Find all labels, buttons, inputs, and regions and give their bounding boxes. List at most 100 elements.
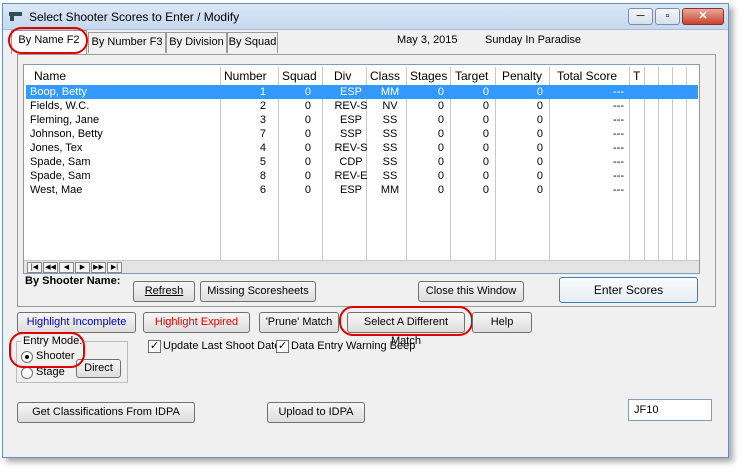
tab-by-division[interactable]: By Division	[166, 32, 227, 53]
table-row[interactable]: Fleming, Jane 3 0 ESP SS 0 0 0 ---	[26, 113, 698, 127]
cell-target: 0	[482, 114, 489, 126]
tab-by-squad[interactable]: By Squad	[227, 32, 278, 53]
col-header-stages[interactable]: Stages	[410, 68, 447, 84]
last-record-button[interactable]: ▶|	[107, 262, 122, 273]
table-row[interactable]: Boop, Betty 1 0 ESP MM 0 0 0 ---	[26, 85, 698, 99]
table-row[interactable]: Spade, Sam 8 0 REV-E SS 0 0 0 ---	[26, 169, 698, 183]
cell-div: SSP	[339, 128, 362, 140]
by-shooter-label: By Shooter Name:	[25, 275, 121, 287]
annotation-oval	[8, 27, 88, 54]
cell-total-score: ---	[613, 142, 624, 154]
cell-target: 0	[482, 184, 489, 196]
cell-name: Fields, W.C.	[30, 100, 90, 112]
upload-to-idpa-button[interactable]: Upload to IDPA	[267, 402, 365, 423]
match-date: May 3, 2015	[397, 34, 458, 46]
cell-target: 0	[482, 86, 489, 98]
cell-number: 3	[259, 114, 266, 126]
cell-class: SS	[382, 170, 398, 182]
table-row[interactable]: Fields, W.C. 2 0 REV-S NV 0 0 0 ---	[26, 99, 698, 113]
cell-number: 2	[259, 100, 266, 112]
cell-class: MM	[380, 184, 400, 196]
shooter-grid[interactable]: Name Number Squad Div Class Stages Targe…	[23, 64, 700, 274]
cell-target: 0	[482, 142, 489, 154]
annotation-oval	[339, 306, 473, 336]
next-record-button[interactable]: ▶	[75, 262, 90, 273]
prune-match-button[interactable]: 'Prune' Match	[259, 312, 339, 333]
table-row[interactable]: Spade, Sam 5 0 CDP SS 0 0 0 ---	[26, 155, 698, 169]
cell-name: Fleming, Jane	[30, 114, 100, 126]
missing-scoresheets-button[interactable]: Missing Scoresheets	[200, 281, 316, 302]
cell-squad: 0	[304, 156, 311, 168]
stage-radio[interactable]	[21, 367, 33, 379]
cell-total-score: ---	[613, 100, 624, 112]
cell-total-score: ---	[613, 114, 624, 126]
get-classifications-button[interactable]: Get Classifications From IDPA	[17, 402, 195, 423]
cell-number: 8	[259, 170, 266, 182]
cell-stages: 0	[437, 184, 444, 196]
cell-stages: 0	[437, 142, 444, 154]
data-entry-warning-beep-checkbox[interactable]: ✓	[276, 340, 289, 353]
annotation-oval	[9, 332, 85, 368]
cell-class: SS	[382, 128, 398, 140]
cell-name: Jones, Tex	[30, 142, 83, 154]
cell-div: ESP	[339, 114, 362, 126]
tab-by-number[interactable]: By Number F3	[88, 32, 166, 53]
cell-class: SS	[382, 114, 398, 126]
minimize-button[interactable]: ─	[628, 8, 653, 25]
title-bar[interactable]: Select Shooter Scores to Enter / Modify …	[3, 4, 728, 30]
record-navigator: |◀ ◀◀ ◀ ▶ ▶▶ ▶|	[24, 260, 699, 273]
cell-number: 6	[259, 184, 266, 196]
cell-stages: 0	[437, 170, 444, 182]
code-field[interactable]: JF10	[628, 399, 712, 421]
cell-stages: 0	[437, 156, 444, 168]
cell-penalty: 0	[536, 100, 543, 112]
cell-stages: 0	[437, 114, 444, 126]
col-header-div[interactable]: Div	[334, 68, 351, 84]
first-record-button[interactable]: |◀	[27, 262, 42, 273]
col-header-class[interactable]: Class	[370, 68, 400, 84]
col-header-total-score[interactable]: Total Score	[557, 68, 617, 84]
cell-penalty: 0	[536, 156, 543, 168]
cell-penalty: 0	[536, 142, 543, 154]
col-header-name[interactable]: Name	[34, 68, 66, 84]
enter-scores-button[interactable]: Enter Scores	[559, 277, 698, 303]
cell-target: 0	[482, 170, 489, 182]
cell-total-score: ---	[613, 170, 624, 182]
table-row[interactable]: Johnson, Betty 7 0 SSP SS 0 0 0 ---	[26, 127, 698, 141]
cell-total-score: ---	[613, 86, 624, 98]
col-header-target[interactable]: Target	[455, 68, 488, 84]
cell-penalty: 0	[536, 184, 543, 196]
help-button[interactable]: Help	[472, 312, 532, 333]
col-header-penalty[interactable]: Penalty	[502, 68, 542, 84]
col-header-number[interactable]: Number	[224, 68, 267, 84]
update-last-shoot-date-checkbox[interactable]: ✓	[148, 340, 161, 353]
cell-number: 1	[259, 86, 266, 98]
highlight-expired-button[interactable]: Highlight Expired	[143, 312, 250, 333]
cell-squad: 0	[304, 114, 311, 126]
cell-name: Boop, Betty	[30, 86, 87, 98]
pistol-icon	[9, 12, 22, 21]
table-row[interactable]: West, Mae 6 0 ESP MM 0 0 0 ---	[26, 183, 698, 197]
match-name: Sunday In Paradise	[485, 34, 582, 46]
col-header-squad[interactable]: Squad	[282, 68, 317, 84]
refresh-button[interactable]: Refresh	[133, 281, 195, 302]
prev-page-button[interactable]: ◀◀	[43, 262, 58, 273]
table-row[interactable]: Jones, Tex 4 0 REV-S SS 0 0 0 ---	[26, 141, 698, 155]
highlight-incomplete-button[interactable]: Highlight Incomplete	[17, 312, 136, 333]
maximize-button[interactable]: ▫	[655, 8, 680, 25]
cell-class: SS	[382, 156, 398, 168]
cell-class: NV	[382, 100, 398, 112]
cell-penalty: 0	[536, 114, 543, 126]
close-this-window-button[interactable]: Close this Window	[418, 281, 524, 302]
refresh-label: Refresh	[144, 285, 184, 297]
cell-penalty: 0	[536, 128, 543, 140]
cell-class: MM	[380, 86, 400, 98]
direct-button[interactable]: Direct	[76, 359, 121, 378]
col-header-t[interactable]: T	[633, 68, 640, 84]
cell-target: 0	[482, 128, 489, 140]
cell-div: CDP	[339, 156, 363, 168]
prev-record-button[interactable]: ◀	[59, 262, 74, 273]
main-window: Select Shooter Scores to Enter / Modify …	[2, 3, 729, 458]
next-page-button[interactable]: ▶▶	[91, 262, 106, 273]
close-window-button[interactable]: ✕	[682, 8, 724, 25]
